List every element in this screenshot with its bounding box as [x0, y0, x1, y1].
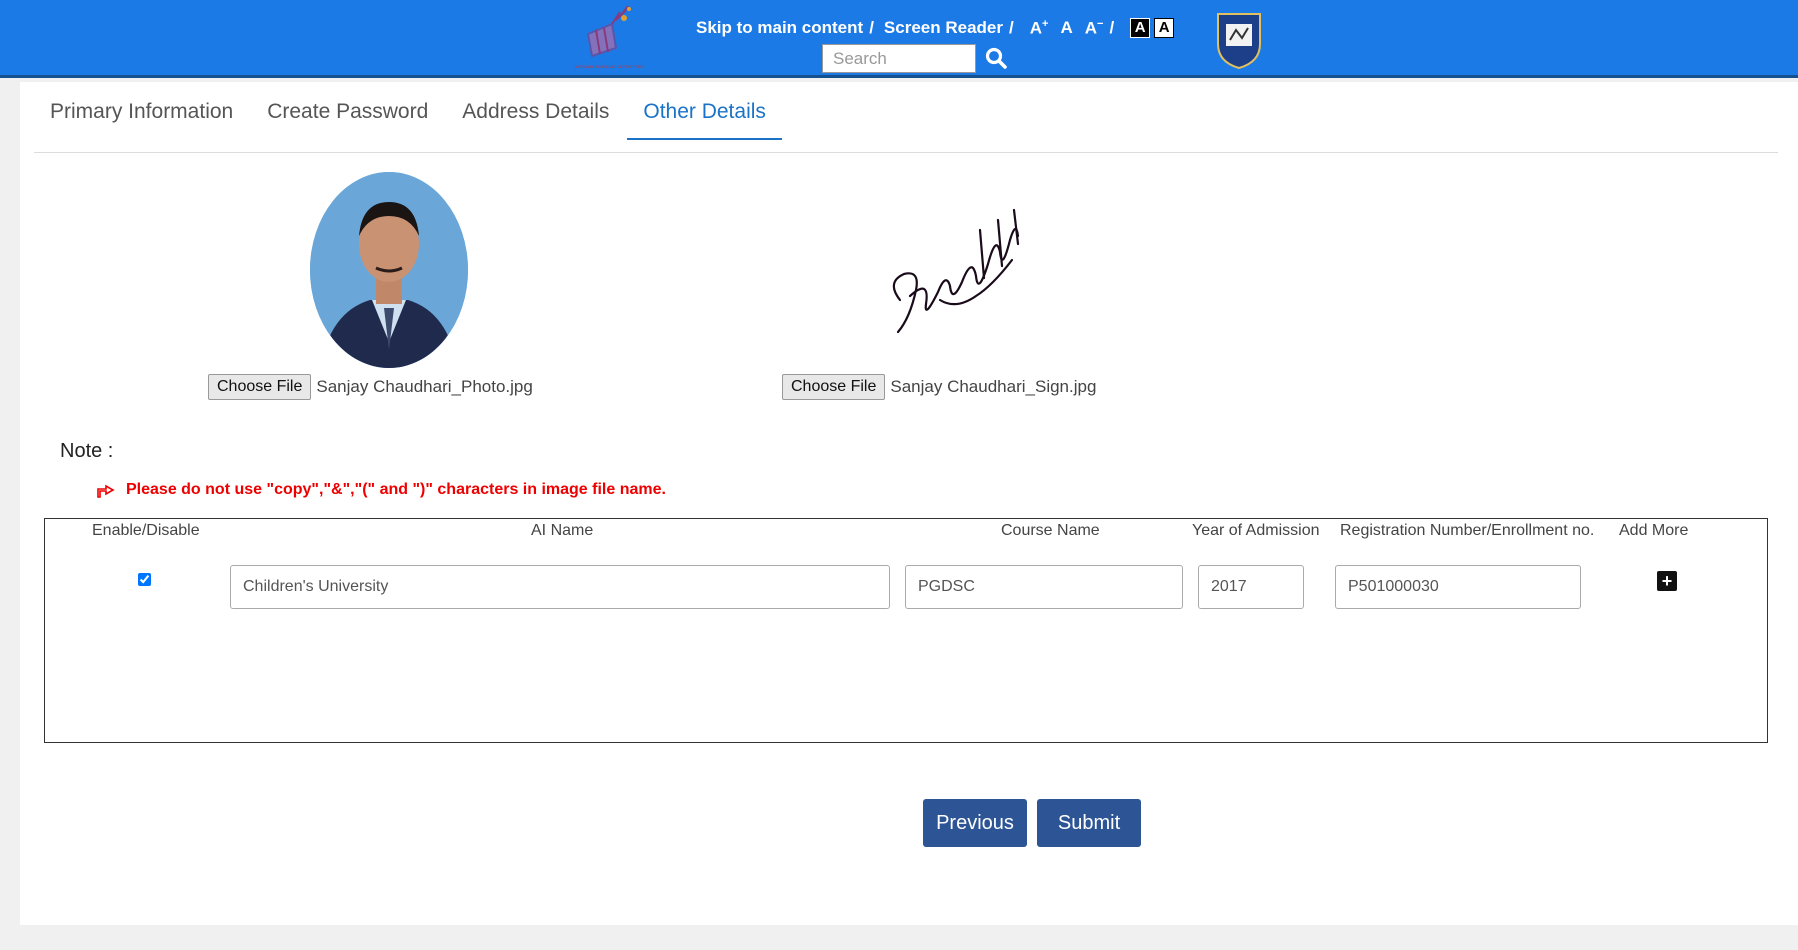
previous-button[interactable]: Previous — [923, 799, 1027, 847]
enable-checkbox[interactable] — [138, 573, 151, 586]
font-decrease-button[interactable]: A− — [1085, 18, 1104, 39]
tab-create-password[interactable]: Create Password — [267, 100, 428, 140]
header-bar: NATIONAL ACADEMIC DEPOSITORY Skip to mai… — [0, 0, 1798, 78]
year-of-admission-input[interactable] — [1198, 565, 1304, 609]
national-academic-depository-logo: NATIONAL ACADEMIC DEPOSITORY — [575, 5, 644, 69]
signature-filename: Sanjay Chaudhari_Sign.jpg — [890, 377, 1097, 396]
course-name-input[interactable] — [905, 565, 1183, 609]
tab-address-details[interactable]: Address Details — [462, 100, 609, 140]
high-contrast-button[interactable]: A — [1130, 18, 1151, 38]
accessibility-toolbar: Skip to main content / Screen Reader / A… — [696, 15, 1175, 41]
header-year-of-admission: Year of Admission — [1192, 522, 1320, 539]
tabs-divider — [34, 152, 1778, 153]
note-label: Note : — [60, 440, 114, 462]
skip-to-main-content-link[interactable]: Skip to main content — [696, 18, 863, 38]
font-normal-button[interactable]: A — [1060, 18, 1072, 38]
warning-text: Please do not use "copy","&","(" and ")"… — [126, 481, 666, 498]
tab-primary-information[interactable]: Primary Information — [50, 100, 233, 140]
note-warning: Please do not use "copy","&","(" and ")"… — [96, 481, 666, 499]
add-more-button[interactable]: + — [1657, 571, 1677, 591]
header-ai-name: AI Name — [531, 522, 594, 539]
photo-filename: Sanjay Chaudhari_Photo.jpg — [316, 377, 533, 396]
screen-reader-link[interactable]: Screen Reader — [884, 18, 1003, 38]
separator: / — [1009, 18, 1014, 37]
logo-caption: NATIONAL ACADEMIC DEPOSITORY — [575, 64, 644, 69]
header-enable-disable: Enable/Disable — [92, 522, 200, 539]
signature-upload: Choose File Sanjay Chaudhari_Sign.jpg — [782, 374, 1096, 400]
pointing-hand-icon — [97, 484, 115, 498]
font-increase-button[interactable]: A+ — [1030, 18, 1049, 39]
registration-number-input[interactable] — [1335, 565, 1581, 609]
photo-upload: Choose File Sanjay Chaudhari_Photo.jpg — [208, 374, 533, 400]
emblem-logo — [1217, 13, 1261, 70]
profile-photo — [310, 172, 468, 368]
header-add-more: Add More — [1619, 522, 1689, 539]
normal-contrast-button[interactable]: A — [1154, 18, 1175, 38]
submit-button[interactable]: Submit — [1037, 799, 1141, 847]
search-input[interactable] — [822, 44, 976, 73]
tab-other-details[interactable]: Other Details — [627, 100, 782, 140]
signature-image — [892, 208, 1020, 334]
ai-name-input[interactable] — [230, 565, 890, 609]
separator: / — [1109, 18, 1115, 37]
choose-signature-button[interactable]: Choose File — [782, 374, 886, 400]
search-icon[interactable] — [984, 46, 1008, 70]
separator: / — [869, 18, 874, 37]
header-course-name: Course Name — [1001, 522, 1100, 539]
choose-photo-button[interactable]: Choose File — [208, 374, 312, 400]
header-registration-number: Registration Number/Enrollment no. — [1340, 522, 1595, 539]
academic-institution-table — [44, 518, 1768, 743]
form-tabs: Primary Information Create Password Addr… — [50, 100, 816, 140]
